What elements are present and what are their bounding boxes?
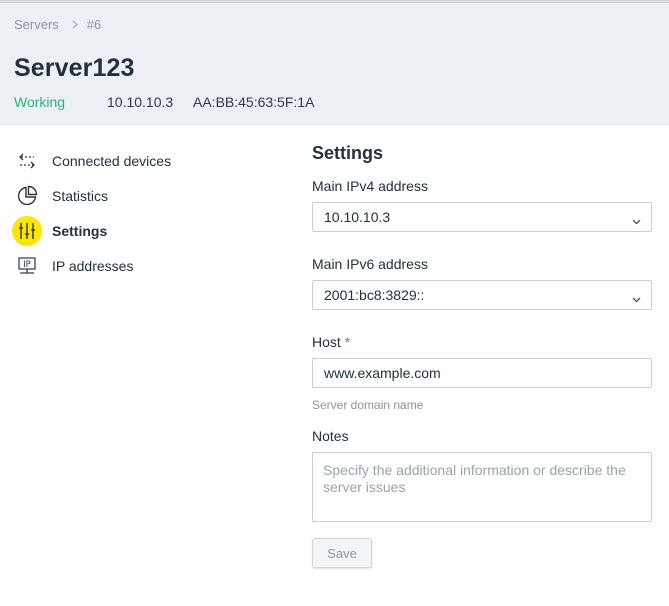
- sidebar-item-label: Settings: [52, 222, 108, 239]
- pie-chart-icon: [12, 181, 42, 211]
- ipv6-label: Main IPv6 address: [312, 256, 428, 272]
- chevron-down-icon: [632, 290, 641, 306]
- settings-panel: Settings Main IPv4 address 10.10.10.3 Ma…: [312, 143, 652, 568]
- ipv4-label: Main IPv4 address: [312, 178, 428, 194]
- ipv6-select[interactable]: 2001:bc8:3829::: [312, 280, 652, 310]
- sidebar-item-settings[interactable]: Settings: [12, 213, 272, 248]
- notes-label: Notes: [312, 428, 349, 444]
- sidebar-item-connected-devices[interactable]: Connected devices: [12, 143, 272, 178]
- settings-title: Settings: [312, 143, 384, 163]
- sidebar-item-label: Connected devices: [52, 152, 172, 169]
- status-text: Working: [14, 94, 66, 110]
- chevron-right-icon: [72, 20, 78, 29]
- save-button[interactable]: Save: [312, 538, 372, 568]
- svg-text:IP: IP: [23, 260, 31, 270]
- ip-monitor-icon: IP: [12, 251, 42, 281]
- server-mac: AA:BB:45:63:5F:1A: [193, 94, 315, 110]
- host-label-text: Host: [312, 334, 341, 350]
- sidebar: Connected devices Statistics Settings IP: [12, 143, 272, 283]
- sidebar-item-label: Statistics: [52, 187, 109, 204]
- breadcrumb-servers-link[interactable]: Servers: [14, 17, 59, 32]
- sidebar-item-label: IP addresses: [52, 257, 134, 274]
- server-meta: Working 10.10.10.3 AA:BB:45:63:5F:1A: [14, 94, 314, 110]
- chevron-down-icon: [632, 212, 641, 228]
- notes-textarea[interactable]: [312, 452, 652, 522]
- ipv4-select[interactable]: 10.10.10.3: [312, 202, 652, 232]
- sidebar-item-statistics[interactable]: Statistics: [12, 178, 272, 213]
- ipv6-select-value: 2001:bc8:3829::: [324, 287, 425, 303]
- server-ip: 10.10.10.3: [107, 94, 174, 110]
- sliders-icon: [12, 215, 42, 246]
- breadcrumb-current: #6: [86, 17, 102, 32]
- sidebar-item-ip-addresses[interactable]: IP IP addresses: [12, 248, 272, 283]
- ipv4-select-value: 10.10.10.3: [324, 209, 391, 225]
- server-header: Servers #6 Server123 Working 10.10.10.3 …: [0, 3, 669, 125]
- required-mark: *: [344, 334, 351, 350]
- host-label: Host *: [312, 334, 652, 350]
- page-title: Server123: [14, 54, 135, 82]
- connected-devices-icon: [12, 146, 42, 176]
- host-hint: Server domain name: [312, 398, 424, 412]
- host-input[interactable]: [312, 358, 652, 388]
- breadcrumb: Servers #6: [14, 17, 101, 32]
